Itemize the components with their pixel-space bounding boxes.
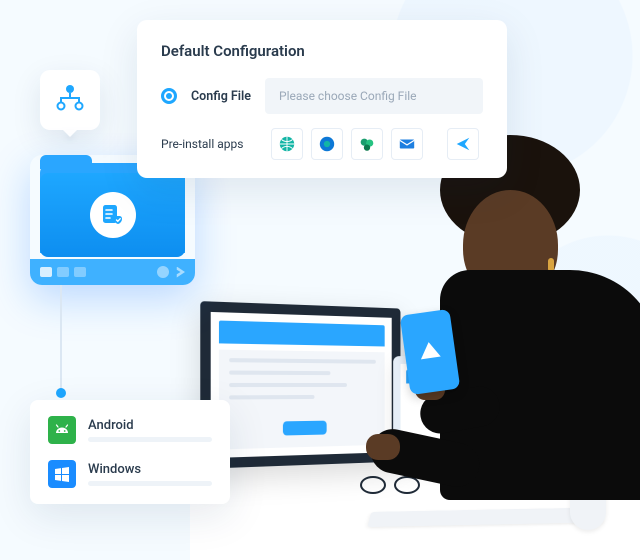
app-airdroid[interactable] (311, 128, 343, 160)
marketing-photo (190, 120, 640, 560)
hierarchy-icon (55, 84, 85, 116)
config-file-radio[interactable] (161, 88, 177, 104)
person-illustration (360, 140, 640, 500)
connector-line (60, 285, 62, 395)
chevron-right-icon[interactable] (174, 267, 185, 278)
folder-dock (30, 259, 195, 285)
config-file-label: Config File (191, 89, 251, 104)
app-sharepoint[interactable] (351, 128, 383, 160)
config-file-placeholder: Please choose Config File (279, 89, 417, 103)
connector-dot (56, 388, 66, 398)
app-send[interactable] (447, 128, 479, 160)
platform-row-android[interactable]: Android (48, 416, 212, 444)
config-file-field[interactable]: Please choose Config File (265, 78, 483, 114)
platform-row-windows[interactable]: Windows (48, 460, 212, 488)
platform-name: Windows (88, 462, 212, 477)
preinstall-label: Pre-install apps (161, 137, 257, 151)
panel-title: Default Configuration (161, 42, 483, 60)
preinstall-apps (271, 128, 479, 160)
checklist-shield-icon (90, 192, 136, 238)
dock-dot-icon (157, 266, 169, 278)
platform-name: Android (88, 418, 212, 433)
android-icon (48, 416, 76, 444)
app-browser-globe[interactable] (271, 128, 303, 160)
app-mail[interactable] (391, 128, 423, 160)
config-panel: Default Configuration Config File Please… (137, 20, 507, 178)
hierarchy-card (40, 70, 100, 130)
windows-icon (48, 460, 76, 488)
platform-bar (88, 437, 212, 442)
platform-card: Android Windows (30, 400, 230, 504)
platform-bar (88, 481, 212, 486)
